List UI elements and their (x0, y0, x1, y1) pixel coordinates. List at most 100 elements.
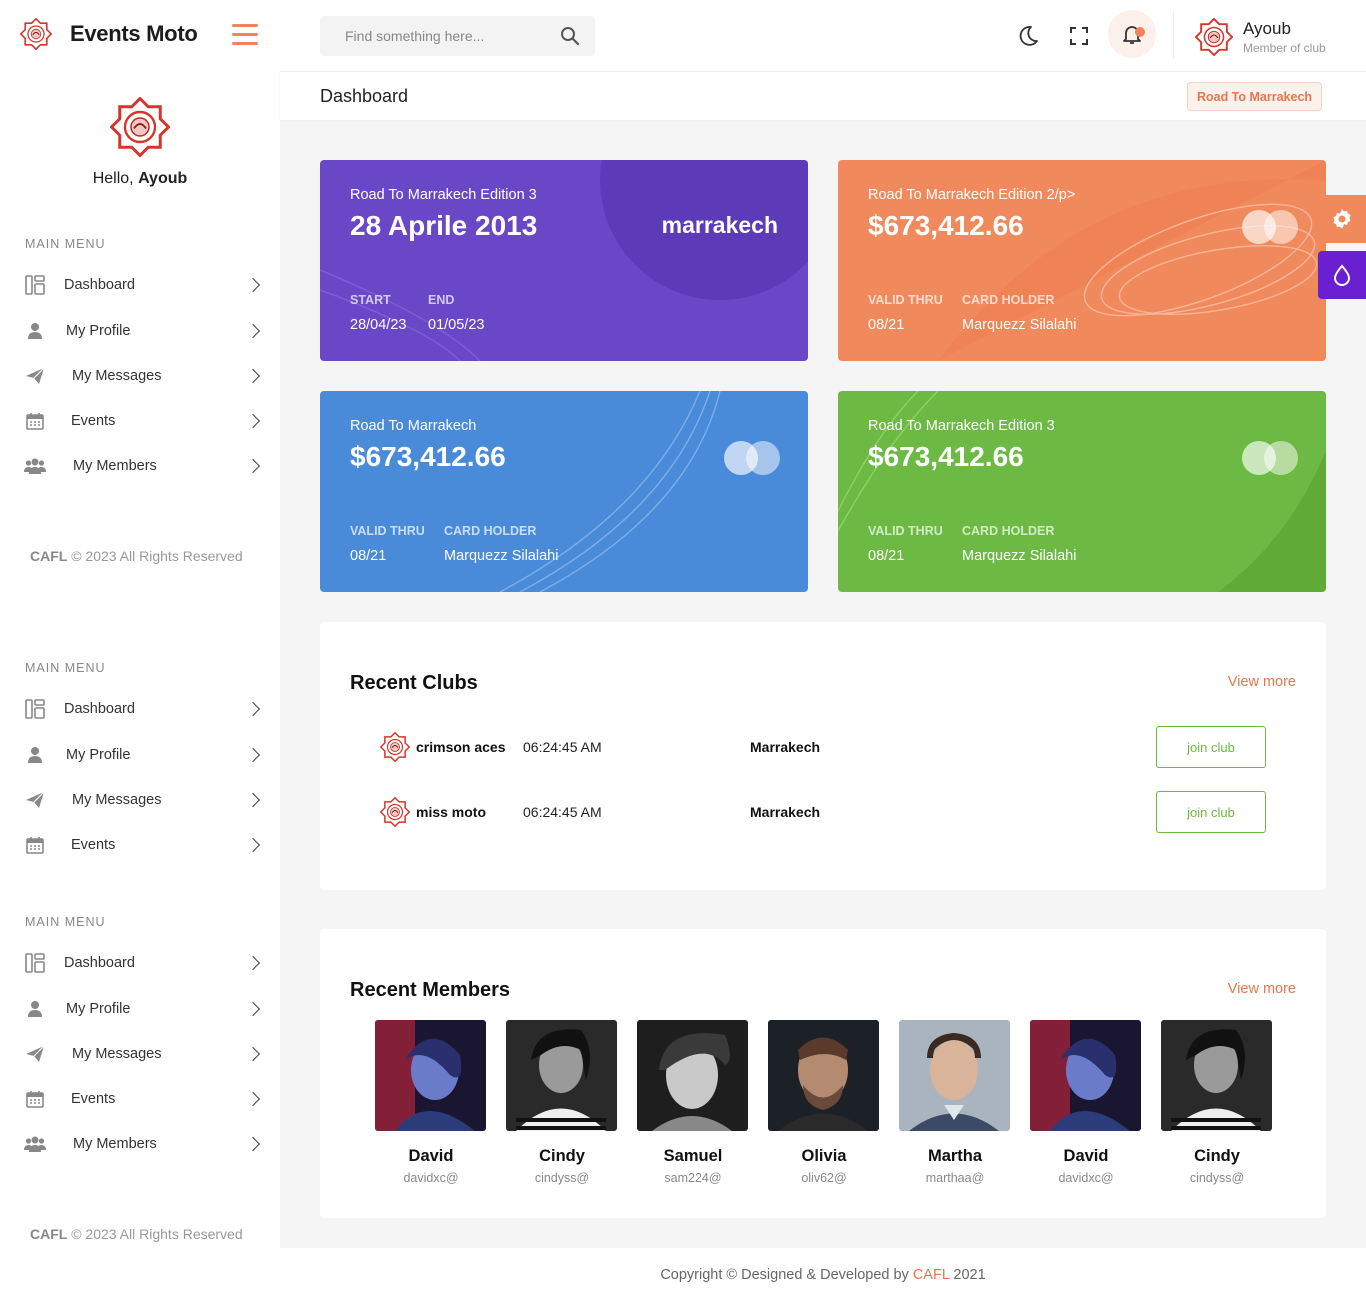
member-name: Samuel (663, 1147, 723, 1165)
member-name: David (1063, 1147, 1109, 1165)
member-card[interactable]: Samuel sam224@ (637, 1020, 749, 1185)
users-icon (24, 1133, 46, 1155)
event-card-1[interactable]: Road To Marrakech Edition 3 28 Aprile 20… (320, 160, 808, 361)
recent-members-panel: Recent Members View more David davidxc@ … (320, 929, 1326, 1218)
card-label-start: START (350, 293, 391, 307)
card-label-holder: CARD HOLDER (962, 293, 1055, 307)
sidebar-item-events[interactable]: Events (24, 406, 264, 436)
sidebar-item-dashboard[interactable]: Dashboard (24, 270, 264, 300)
chevron-right-icon (245, 837, 261, 853)
event-card-2[interactable]: Road To Marrakech Edition 2/p> $673,412.… (838, 160, 1326, 361)
fullscreen-icon[interactable] (1065, 22, 1093, 50)
chevron-right-icon (245, 458, 261, 474)
member-card[interactable]: Cindy cindyss@ (1161, 1020, 1273, 1185)
topbar-user-name[interactable]: Ayoub (1243, 19, 1291, 39)
member-card[interactable]: David davidxc@ (1030, 1020, 1142, 1185)
card-value-start: 28/04/23 (350, 317, 407, 333)
menu-toggle-icon[interactable] (232, 24, 258, 46)
chevron-right-icon (245, 1091, 261, 1107)
sidebar-item-my-messages[interactable]: My Messages (24, 785, 264, 815)
sidebar-item-my-profile[interactable]: My Profile (24, 740, 264, 770)
sidebar-item-events[interactable]: Events (24, 1084, 264, 1114)
club-name: miss moto (416, 804, 487, 820)
member-name: Cindy (539, 1147, 585, 1165)
sidebar-item-my-members[interactable]: My Members (24, 1129, 264, 1159)
menu-title: MAIN MENU (25, 237, 106, 251)
chevron-right-icon (245, 1001, 261, 1017)
search-icon[interactable] (560, 26, 580, 46)
sidebar-item-my-profile[interactable]: My Profile (24, 316, 264, 346)
sidebar-item-my-messages[interactable]: My Messages (24, 361, 264, 391)
dark-mode-moon-icon[interactable] (1014, 22, 1042, 50)
page-badge-button[interactable]: Road To Marrakech (1187, 82, 1322, 111)
topbar-divider (1173, 12, 1174, 58)
member-card[interactable]: Olivia oliv62@ (768, 1020, 880, 1185)
club-city: Marrakech (750, 804, 821, 820)
footer-brand-link[interactable]: CAFL (913, 1267, 950, 1283)
menu-title: MAIN MENU (25, 915, 106, 929)
card-subtitle: Road To Marrakech (350, 418, 477, 434)
sidebar-item-events[interactable]: Events (24, 830, 264, 860)
sidebar-item-label: Dashboard (64, 701, 135, 717)
club-city: Marrakech (750, 739, 821, 755)
sidebar-item-dashboard[interactable]: Dashboard (24, 948, 264, 978)
member-photo (637, 1020, 748, 1131)
member-name: Cindy (1194, 1147, 1240, 1165)
card-value-valid: 08/21 (868, 548, 905, 564)
settings-gear-icon[interactable] (1318, 195, 1366, 243)
card-subtitle: Road To Marrakech Edition 3 (868, 418, 1055, 434)
chevron-right-icon (245, 277, 261, 293)
member-photo (506, 1020, 617, 1131)
theme-droplet-icon[interactable] (1318, 251, 1366, 299)
calendar-icon (24, 410, 46, 432)
sidebar-item-my-profile[interactable]: My Profile (24, 994, 264, 1024)
sidebar-item-label: My Profile (66, 1001, 131, 1017)
recent-clubs-view-more-link[interactable]: View more (1228, 674, 1296, 690)
sidebar-item-label: My Members (73, 458, 157, 474)
sidebar-item-label: My Members (73, 1136, 157, 1152)
member-photo (1161, 1020, 1272, 1131)
club-time: 06:24:45 AM (523, 739, 602, 755)
brand-name: Events Moto (70, 21, 198, 46)
club-logo-icon (380, 732, 410, 762)
sidebar-copyright: CAFL © 2023 All Rights Reserved (30, 548, 243, 564)
card-label-valid: VALID THRU (350, 524, 425, 538)
card-circles-icon (724, 441, 780, 475)
event-card-3[interactable]: Road To Marrakech $673,412.66 VALID THRU… (320, 391, 808, 592)
sidebar-item-my-members[interactable]: My Members (24, 451, 264, 481)
user-avatar-icon[interactable] (1195, 18, 1233, 56)
sidebar-item-my-messages[interactable]: My Messages (24, 1039, 264, 1069)
chevron-right-icon (245, 323, 261, 339)
member-card[interactable]: Martha marthaa@ (899, 1020, 1011, 1185)
page-title: Dashboard (320, 86, 409, 106)
card-circles-icon (1242, 210, 1298, 244)
member-name: Martha (927, 1147, 983, 1165)
sidebar-item-dashboard[interactable]: Dashboard (24, 694, 264, 724)
member-card[interactable]: David davidxc@ (375, 1020, 487, 1185)
member-handle: davidxc@ (1058, 1171, 1114, 1185)
card-value-end: 01/05/23 (428, 317, 485, 333)
sidebar-item-label: Events (71, 1091, 116, 1107)
member-card[interactable]: Cindy cindyss@ (506, 1020, 618, 1185)
brand[interactable]: Events Moto (20, 18, 198, 50)
recent-clubs-panel: Recent Clubs View more crimson aces 06:2… (320, 622, 1326, 890)
search-box (320, 16, 595, 56)
user-icon (24, 320, 46, 342)
join-club-button[interactable]: join club (1156, 726, 1266, 768)
profile-logo-icon (110, 97, 170, 157)
dashboard-icon (24, 274, 46, 296)
member-name: David (408, 1147, 454, 1165)
search-input[interactable] (320, 28, 550, 44)
notification-bell-icon[interactable] (1108, 10, 1156, 58)
join-club-button[interactable]: join club (1156, 791, 1266, 833)
table-row: miss moto 06:24:45 AM Marrakech join clu… (380, 791, 1266, 835)
sidebar-item-label: Events (71, 837, 116, 853)
member-photo (899, 1020, 1010, 1131)
recent-members-title: Recent Members (350, 979, 511, 1001)
card-city: marrakech (661, 212, 778, 238)
brand-logo-icon (20, 18, 52, 50)
recent-members-view-more-link[interactable]: View more (1228, 981, 1296, 997)
event-card-4[interactable]: Road To Marrakech Edition 3 $673,412.66 … (838, 391, 1326, 592)
card-value-valid: 08/21 (350, 548, 387, 564)
sidebar-item-label: My Messages (72, 368, 162, 384)
